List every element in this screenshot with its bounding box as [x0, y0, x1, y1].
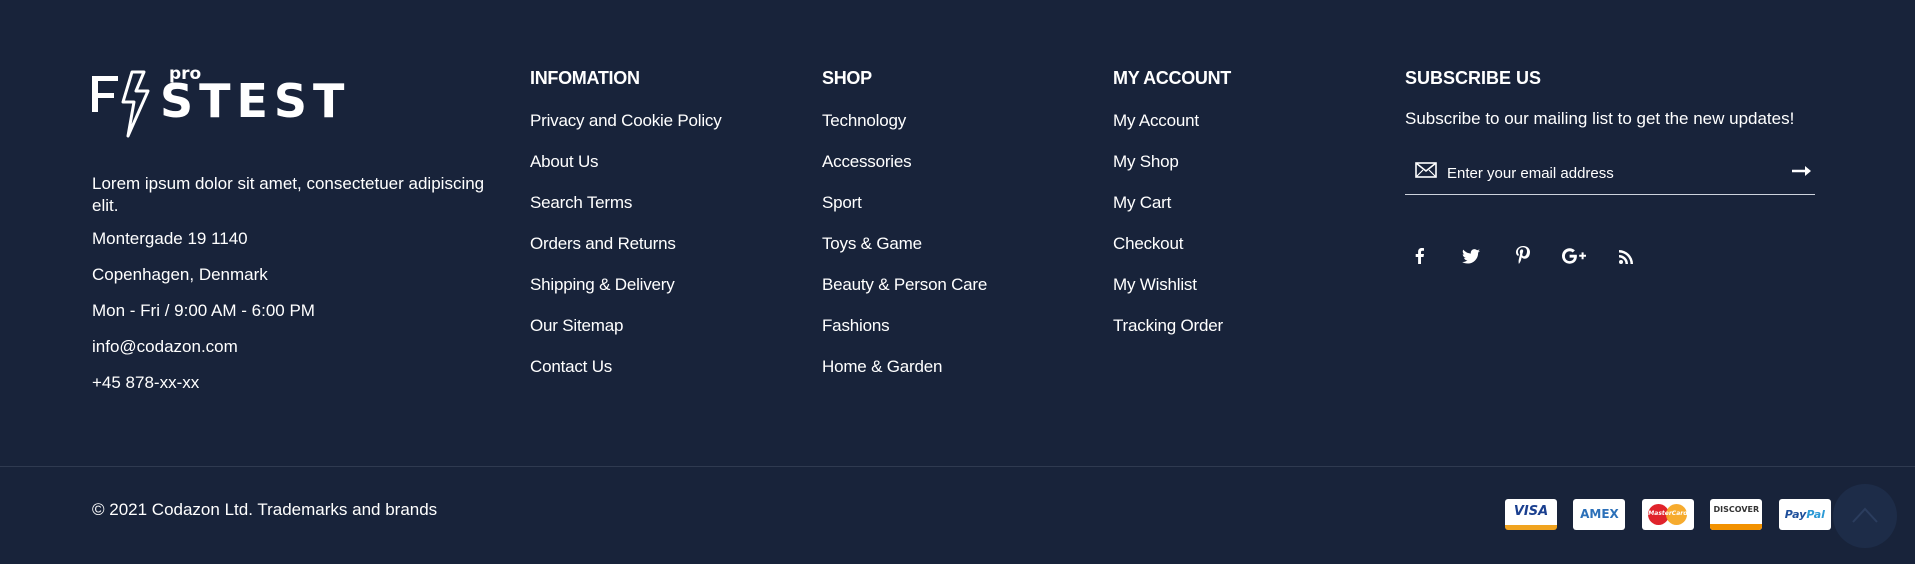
- logo[interactable]: pro STEST: [92, 64, 397, 138]
- link-tracking-order[interactable]: Tracking Order: [1113, 315, 1231, 356]
- amex-icon: AMEX: [1573, 499, 1626, 530]
- address-line-1: Montergade 19 1140: [92, 229, 248, 248]
- link-privacy-policy-text[interactable]: Privacy and Cookie Policy: [530, 111, 722, 130]
- footer-divider: [0, 466, 1915, 467]
- link-home-garden[interactable]: Home & Garden: [822, 356, 987, 397]
- mastercard-icon: MasterCard: [1641, 499, 1694, 530]
- logo-wordmark: STEST: [160, 74, 351, 128]
- link-my-account[interactable]: My Account: [1113, 110, 1231, 151]
- link-contact-us-text[interactable]: Contact Us: [530, 357, 612, 376]
- link-shipping-delivery[interactable]: Shipping & Delivery: [530, 274, 722, 315]
- envelope-icon: [1415, 162, 1437, 183]
- payment-methods: VISA AMEX MasterCard DISCOVER PayPal: [1505, 499, 1843, 531]
- link-technology-text[interactable]: Technology: [822, 111, 906, 130]
- link-toys-game[interactable]: Toys & Game: [822, 233, 987, 274]
- social-links: [1405, 244, 1658, 274]
- copyright: © 2021 Codazon Ltd. Trademarks and brand…: [92, 500, 438, 519]
- facebook-icon[interactable]: [1405, 244, 1435, 274]
- link-tracking-order-text[interactable]: Tracking Order: [1113, 316, 1223, 335]
- chevron-up-icon: [1852, 507, 1878, 523]
- discover-icon: DISCOVER: [1710, 499, 1763, 530]
- info-column-title: INFOMATION: [530, 68, 640, 88]
- link-about-us-text[interactable]: About Us: [530, 152, 599, 171]
- pinterest-icon[interactable]: [1508, 244, 1538, 274]
- link-sport-text[interactable]: Sport: [822, 193, 862, 212]
- link-sitemap[interactable]: Our Sitemap: [530, 315, 722, 356]
- paypal-label-a: Pay: [1784, 508, 1807, 521]
- link-search-terms-text[interactable]: Search Terms: [530, 193, 632, 212]
- account-column: MY ACCOUNT My Account My Shop My Cart Ch…: [1113, 68, 1231, 356]
- rss-icon[interactable]: [1611, 244, 1641, 274]
- link-my-account-text[interactable]: My Account: [1113, 111, 1199, 130]
- paypal-icon: PayPal: [1778, 499, 1831, 530]
- email-input[interactable]: [1445, 160, 1769, 186]
- link-about-us[interactable]: About Us: [530, 151, 722, 192]
- link-my-wishlist-text[interactable]: My Wishlist: [1113, 275, 1197, 294]
- link-sport[interactable]: Sport: [822, 192, 987, 233]
- info-column: INFOMATION Privacy and Cookie Policy Abo…: [530, 68, 722, 397]
- link-my-wishlist[interactable]: My Wishlist: [1113, 274, 1231, 315]
- link-search-terms[interactable]: Search Terms: [530, 192, 722, 233]
- paypal-label-b: Pal: [1806, 508, 1825, 521]
- link-my-shop-text[interactable]: My Shop: [1113, 152, 1179, 171]
- account-column-title: MY ACCOUNT: [1113, 68, 1231, 88]
- link-fashions-text[interactable]: Fashions: [822, 316, 890, 335]
- discover-label: DISCOVER: [1713, 505, 1760, 514]
- google-plus-icon[interactable]: [1559, 244, 1589, 274]
- contact-email[interactable]: info@codazon.com: [92, 336, 492, 358]
- contact-phone: +45 878-xx-xx: [92, 373, 200, 392]
- back-to-top-button[interactable]: [1833, 484, 1897, 548]
- link-my-shop[interactable]: My Shop: [1113, 151, 1231, 192]
- link-orders-returns[interactable]: Orders and Returns: [530, 233, 722, 274]
- newsletter-form: [1405, 154, 1815, 195]
- link-shipping-delivery-text[interactable]: Shipping & Delivery: [530, 275, 675, 294]
- link-orders-returns-text[interactable]: Orders and Returns: [530, 234, 676, 253]
- address-line-2: Copenhagen, Denmark: [92, 265, 268, 284]
- mastercard-label: MasterCard: [1648, 510, 1688, 517]
- subscribe-title: SUBSCRIBE US: [1405, 68, 1542, 88]
- link-accessories-text[interactable]: Accessories: [822, 152, 912, 171]
- link-beauty-care[interactable]: Beauty & Person Care: [822, 274, 987, 315]
- shop-column: SHOP Technology Accessories Sport Toys &…: [822, 68, 987, 397]
- link-sitemap-text[interactable]: Our Sitemap: [530, 316, 623, 335]
- visa-icon: VISA: [1505, 499, 1557, 530]
- shop-column-title: SHOP: [822, 68, 872, 88]
- store-info: Lorem ipsum dolor sit amet, consectetuer…: [92, 173, 492, 408]
- opening-hours: Mon - Fri / 9:00 AM - 6:00 PM: [92, 301, 315, 320]
- link-fashions[interactable]: Fashions: [822, 315, 987, 356]
- subscribe-lead: Subscribe to our mailing list to get the…: [1405, 109, 1795, 128]
- link-checkout[interactable]: Checkout: [1113, 233, 1231, 274]
- twitter-icon[interactable]: [1456, 244, 1486, 274]
- link-my-cart-text[interactable]: My Cart: [1113, 193, 1171, 212]
- footer-top: pro STEST Lorem ipsum dolor sit amet, co…: [0, 0, 1915, 466]
- link-beauty-care-text[interactable]: Beauty & Person Care: [822, 275, 987, 294]
- link-home-garden-text[interactable]: Home & Garden: [822, 357, 942, 376]
- link-my-cart[interactable]: My Cart: [1113, 192, 1231, 233]
- link-accessories[interactable]: Accessories: [822, 151, 987, 192]
- subscribe-section: SUBSCRIBE US Subscribe to our mailing li…: [1405, 68, 1815, 264]
- subscribe-arrow-icon[interactable]: [1791, 164, 1813, 182]
- link-toys-game-text[interactable]: Toys & Game: [822, 234, 922, 253]
- link-technology[interactable]: Technology: [822, 110, 987, 151]
- link-contact-us[interactable]: Contact Us: [530, 356, 722, 397]
- store-description: Lorem ipsum dolor sit amet, consectetuer…: [92, 174, 485, 215]
- link-checkout-text[interactable]: Checkout: [1113, 234, 1183, 253]
- link-privacy-policy[interactable]: Privacy and Cookie Policy: [530, 110, 722, 151]
